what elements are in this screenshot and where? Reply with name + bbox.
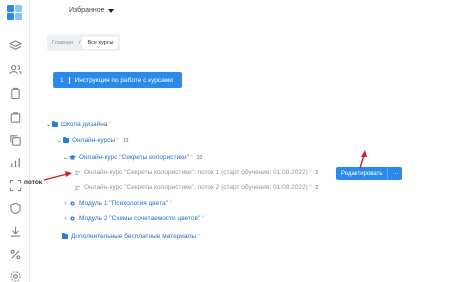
breadcrumb: Главная / Все курсы (47, 34, 121, 51)
stream-2-label: Онлайн-курс "Секреты колористики", поток… (84, 184, 308, 191)
chevron-down-icon[interactable]: ⌄ (45, 121, 52, 128)
module-1-label: Модуль 1 "Психология цвета" (79, 200, 168, 207)
course-count: 10 (196, 154, 203, 161)
edit-mark-icon: ⁺⁄ (308, 168, 312, 173)
folder-icon (63, 136, 69, 143)
chevron-right-icon[interactable]: › (62, 216, 69, 222)
edit-mark-icon: ⁺⁄ (108, 120, 112, 125)
stream-2-count: 2 (315, 184, 319, 191)
stream-1-label: Онлайн-курс "Секреты колористики", поток… (84, 169, 308, 176)
percent-icon[interactable] (8, 247, 22, 261)
breadcrumb-current: Все курсы (82, 36, 119, 49)
arrow-head-edit (361, 150, 367, 157)
sidebar (0, 0, 30, 282)
edit-button[interactable]: Редактировать (336, 167, 388, 180)
top-bar: Избранное (30, 0, 474, 26)
logo-icon[interactable] (7, 5, 23, 21)
breadcrumb-home[interactable]: Главная (47, 40, 77, 46)
extra-materials-label: Дополнительные бесплатные материалы (71, 233, 197, 240)
guide-label: Инструкция по работе с курсами (74, 76, 173, 84)
module-2-label: Модуль 2 "Схемы сочетаемости цветов" (79, 215, 201, 222)
edit-button-group: Редактировать ··· (336, 167, 403, 180)
tree-item-stream-1[interactable]: Онлайн-курс "Секреты колористики", поток… (74, 168, 319, 176)
folder-icon (52, 120, 58, 127)
cart-icon[interactable] (8, 110, 22, 124)
edit-mark-icon: ⁺⁄ (308, 183, 312, 188)
clipboard-icon[interactable] (8, 86, 22, 100)
guide-count: 1 (60, 76, 64, 84)
online-courses-label: Онлайн-курсы (72, 137, 116, 144)
favorites-label: Избранное (69, 7, 105, 14)
chevron-right-icon[interactable]: › (62, 201, 69, 207)
shield-icon[interactable] (8, 201, 22, 215)
edit-mark-icon: ⁺⁄ (168, 199, 172, 204)
group-icon (74, 185, 80, 190)
arrow-to-stream (43, 173, 68, 181)
bar-chart-icon[interactable] (8, 155, 22, 169)
tree-item-module-2[interactable]: › Модуль 2 "Схемы сочетаемости цветов" ⁺… (62, 214, 205, 222)
online-courses-count: 13 (122, 137, 129, 144)
annotation-label: поток (24, 179, 43, 186)
chevron-down-icon[interactable]: ⌄ (62, 154, 69, 161)
more-options-button[interactable]: ··· (387, 167, 403, 180)
edit-mark-icon: ⁺⁄ (116, 136, 119, 141)
school-label: Школа дизайна (61, 121, 108, 128)
tree-item-module-1[interactable]: › Модуль 1 "Психология цвета" ⁺⁄ (62, 199, 172, 207)
edit-mark-icon: ⁺⁄ (201, 214, 205, 219)
gear-icon (70, 216, 75, 221)
group-icon (74, 170, 80, 175)
course-guide-button[interactable]: 1 Инструкция по работе с курсами (53, 72, 182, 88)
graduation-cap-icon (69, 155, 76, 160)
chevron-down-icon[interactable]: ⌄ (56, 137, 63, 144)
course-label: Онлайн-курс "Секреты колористики" (79, 154, 189, 161)
stream-1-count: 2 (315, 169, 319, 176)
tree-item-school[interactable]: ⌄ Школа дизайна ⁺⁄ (45, 120, 112, 128)
settings-icon[interactable] (8, 269, 22, 282)
layers-icon[interactable] (8, 38, 22, 52)
edit-mark-icon: ⁺⁄ (189, 153, 193, 158)
folder-icon (62, 232, 68, 239)
copy-icon[interactable] (8, 133, 22, 147)
users-icon[interactable] (8, 62, 22, 76)
arrow-head-stream (65, 171, 72, 177)
tree-item-course[interactable]: ⌄ Онлайн-курс "Секреты колористики" ⁺⁄ 1… (62, 153, 203, 161)
scan-icon[interactable] (8, 178, 22, 192)
caret-down-icon (108, 8, 115, 13)
gear-icon (70, 201, 75, 206)
guide-divider (68, 76, 70, 84)
tree-item-stream-2[interactable]: Онлайн-курс "Секреты колористики", поток… (74, 183, 319, 191)
edit-mark-icon: ⁺⁄ (197, 232, 200, 237)
tree-item-online-courses[interactable]: ⌄ Онлайн-курсы ⁺⁄ 13 (56, 136, 129, 144)
favorites-dropdown[interactable]: Избранное (69, 7, 115, 14)
download-icon[interactable] (8, 224, 22, 238)
tree-item-extra-materials[interactable]: Дополнительные бесплатные материалы ⁺⁄ (62, 232, 200, 240)
